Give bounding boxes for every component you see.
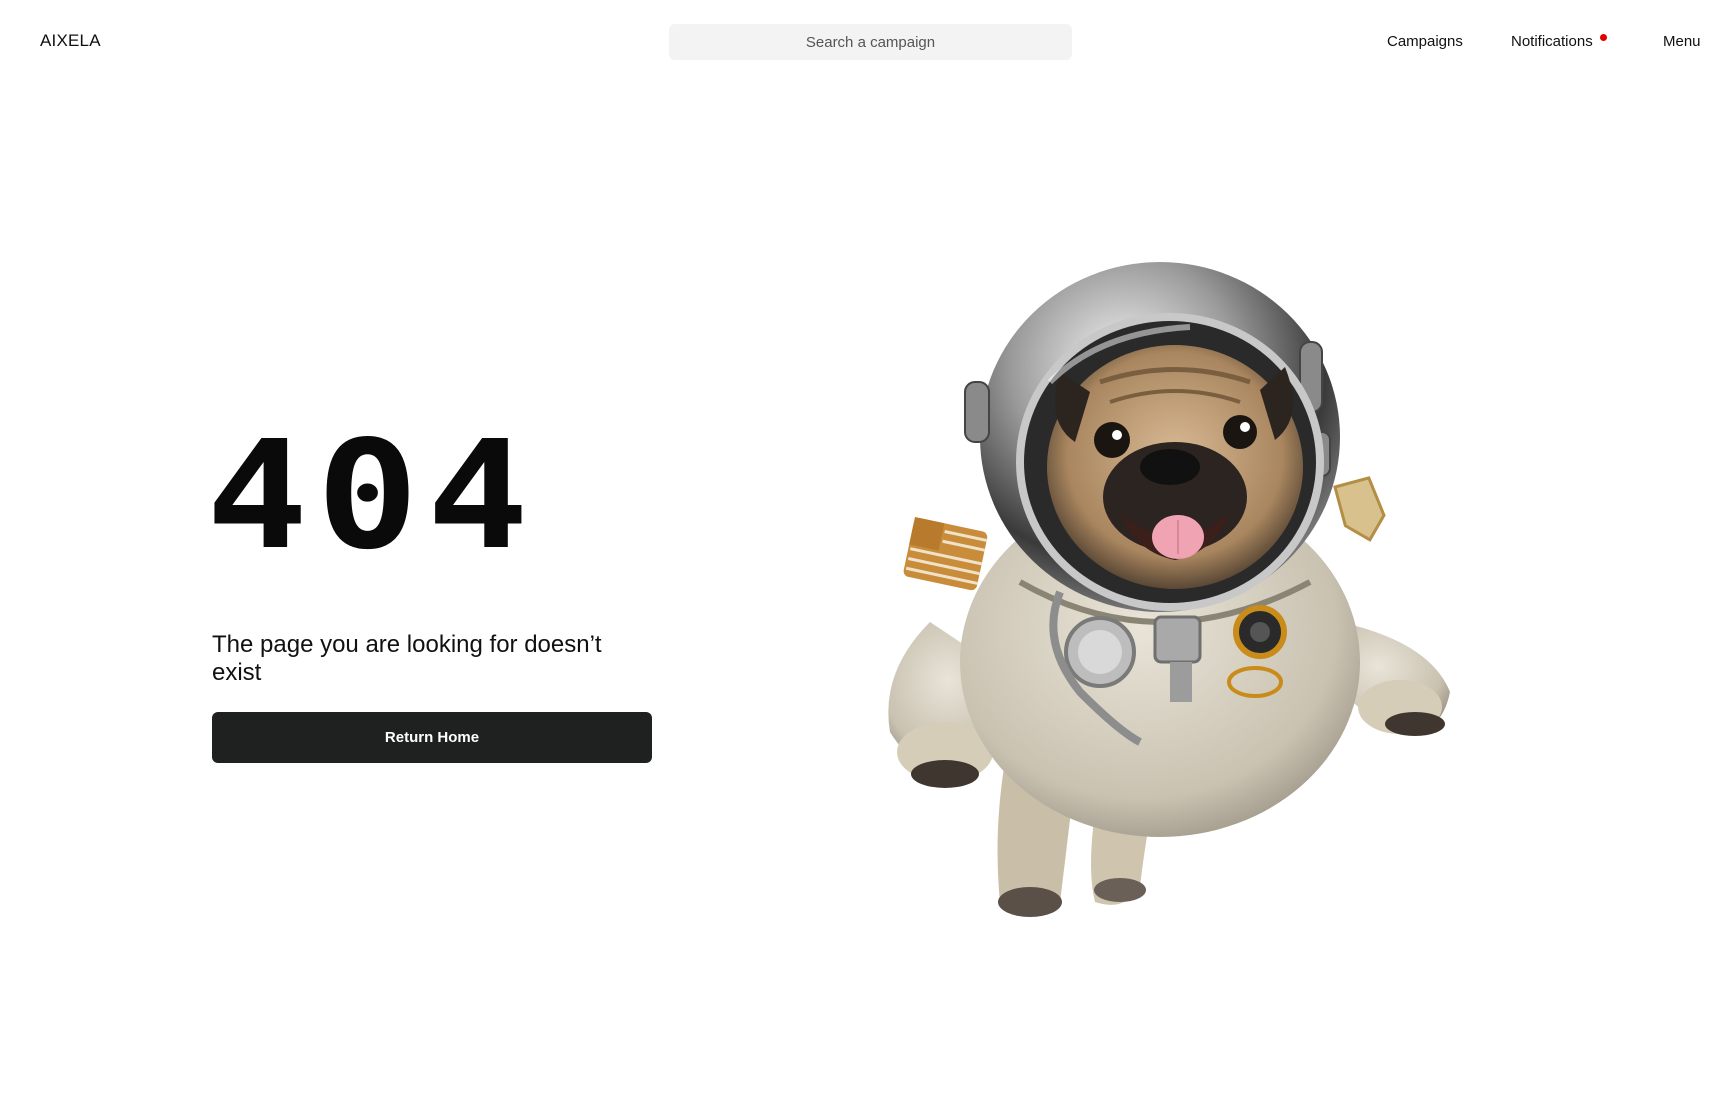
search-input[interactable]: [669, 24, 1072, 60]
logo[interactable]: AIXELA: [40, 31, 101, 51]
top-header: AIXELA Campaigns Notifications Menu: [0, 0, 1728, 84]
astronaut-pug-illustration: [888, 262, 1450, 917]
error-code: 404: [206, 408, 538, 584]
return-home-button[interactable]: Return Home: [212, 712, 652, 763]
error-message: The page you are looking for doesn’t exi…: [212, 631, 602, 686]
nav-menu[interactable]: Menu: [1663, 33, 1701, 50]
nav-notifications[interactable]: Notifications: [1511, 33, 1593, 50]
notification-dot-icon: [1600, 34, 1607, 41]
nav-campaigns[interactable]: Campaigns: [1387, 33, 1463, 50]
